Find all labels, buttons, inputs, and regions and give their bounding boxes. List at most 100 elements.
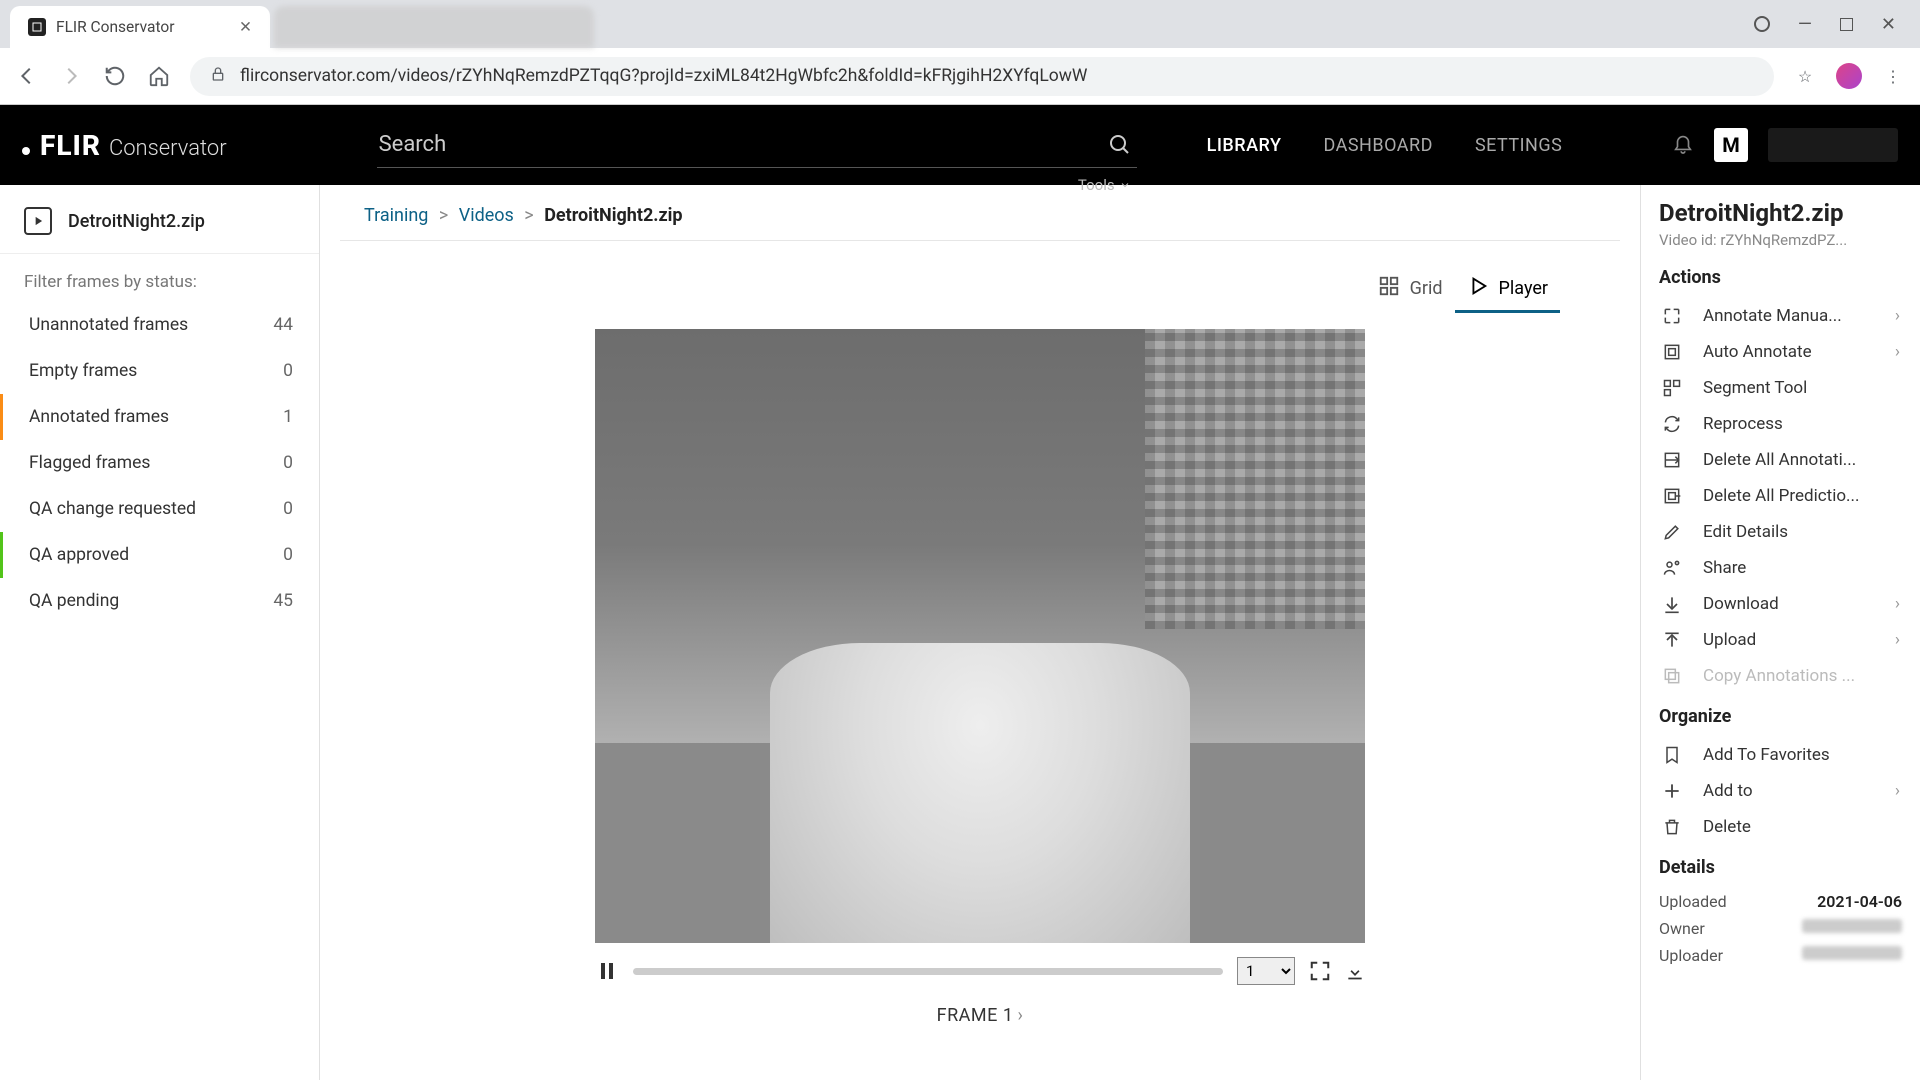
header-right: M: [1672, 128, 1898, 162]
owner-redacted: [1802, 919, 1902, 933]
nav-settings[interactable]: SETTINGS: [1475, 135, 1562, 156]
close-window-icon[interactable]: ✕: [1881, 14, 1896, 35]
nav-library[interactable]: LIBRARY: [1207, 135, 1282, 156]
reprocess-icon: [1661, 414, 1683, 434]
action-delete-annotations[interactable]: Delete All Annotati...: [1659, 442, 1902, 478]
auto-annotate-icon: [1661, 342, 1683, 362]
crumb-sep: >: [518, 205, 539, 226]
account-icon[interactable]: [1754, 16, 1770, 32]
tab-close-icon[interactable]: ✕: [239, 18, 252, 36]
frame-label: FRAME 1 ›: [937, 1005, 1024, 1026]
crumb-sep: >: [433, 205, 454, 226]
action-copy-annotations: Copy Annotations ...: [1659, 658, 1902, 694]
url-bar[interactable]: flirconservator.com/videos/rZYhNqRemzdPZ…: [190, 57, 1774, 96]
app-logo[interactable]: FLIR Conservator: [22, 129, 227, 162]
view-grid-button[interactable]: Grid: [1366, 267, 1455, 313]
nav-links: LIBRARY DASHBOARD SETTINGS: [1207, 135, 1563, 156]
action-upload[interactable]: Upload›: [1659, 622, 1902, 658]
fullscreen-icon[interactable]: [1309, 960, 1331, 982]
action-auto-annotate[interactable]: Auto Annotate›: [1659, 334, 1902, 370]
pause-icon[interactable]: [595, 959, 619, 983]
notification-icon[interactable]: [1672, 132, 1694, 158]
upload-icon: [1661, 630, 1683, 650]
video-area: 1 FRAME 1 ›: [340, 329, 1620, 1026]
search-icon[interactable]: [1107, 132, 1131, 160]
action-download[interactable]: Download›: [1659, 586, 1902, 622]
breadcrumb: Training > Videos > DetroitNight2.zip: [340, 185, 1620, 241]
reload-icon[interactable]: [102, 65, 128, 87]
address-bar-row: flirconservator.com/videos/rZYhNqRemzdPZ…: [0, 48, 1920, 104]
filter-unannotated[interactable]: Unannotated frames44: [0, 302, 319, 348]
organize-heading: Organize: [1659, 706, 1902, 727]
filter-annotated[interactable]: Annotated frames1: [0, 394, 319, 440]
app-header: FLIR Conservator Tools LIBRARY DASHBOARD…: [0, 105, 1920, 185]
chevron-right-icon: ›: [1895, 306, 1900, 326]
forward-icon[interactable]: [58, 65, 84, 87]
bookmark-icon[interactable]: ☆: [1792, 67, 1818, 86]
file-heading: DetroitNight2.zip: [0, 185, 319, 254]
play-file-icon: [24, 207, 52, 235]
search-input[interactable]: [377, 122, 1137, 168]
browser-tab-active[interactable]: FLIR Conservator ✕: [10, 6, 270, 48]
frame-next-icon[interactable]: ›: [1017, 1005, 1023, 1026]
tools-dropdown[interactable]: Tools: [1078, 176, 1131, 194]
plus-icon: [1661, 781, 1683, 801]
filter-qa-approved[interactable]: QA approved0: [0, 532, 319, 578]
organize-delete[interactable]: Delete: [1659, 809, 1902, 845]
delete-annot-icon: [1661, 450, 1683, 470]
browser-menu-icon[interactable]: ⋮: [1880, 67, 1906, 86]
view-toggle: Grid Player: [340, 261, 1620, 329]
tab-favicon: [28, 18, 46, 36]
user-name-redacted: [1768, 128, 1898, 162]
browser-tab-inactive[interactable]: [274, 6, 594, 48]
annotate-manual-icon: [1661, 306, 1683, 326]
player-controls: 1: [595, 943, 1365, 993]
filter-flagged[interactable]: Flagged frames0: [0, 440, 319, 486]
file-name: DetroitNight2.zip: [68, 211, 205, 232]
filter-qa-change[interactable]: QA change requested0: [0, 486, 319, 532]
home-icon[interactable]: [146, 65, 172, 87]
action-edit-details[interactable]: Edit Details: [1659, 514, 1902, 550]
copy-icon: [1661, 666, 1683, 686]
detail-owner: Owner: [1659, 915, 1902, 942]
trash-icon: [1661, 817, 1683, 837]
action-share[interactable]: Share: [1659, 550, 1902, 586]
right-sidebar: DetroitNight2.zip Video id: rZYhNqRemzdP…: [1640, 185, 1920, 1080]
bookmark-icon: [1661, 745, 1683, 765]
crumb-videos[interactable]: Videos: [459, 205, 514, 226]
search-wrap: Tools: [377, 122, 1137, 168]
progress-bar[interactable]: [633, 968, 1223, 975]
back-icon[interactable]: [14, 65, 40, 87]
video-id: Video id: rZYhNqRemzdPZ...: [1659, 231, 1902, 249]
main-layout: DetroitNight2.zip Filter frames by statu…: [0, 185, 1920, 1080]
download-frame-icon[interactable]: [1345, 961, 1365, 981]
filter-qa-pending[interactable]: QA pending45: [0, 578, 319, 624]
profile-avatar[interactable]: [1836, 63, 1862, 89]
minimize-icon[interactable]: —: [1798, 14, 1812, 35]
url-text: flirconservator.com/videos/rZYhNqRemzdPZ…: [240, 66, 1087, 86]
filter-empty[interactable]: Empty frames0: [0, 348, 319, 394]
user-badge[interactable]: M: [1714, 128, 1748, 162]
view-player-button[interactable]: Player: [1455, 267, 1560, 313]
center-content: Training > Videos > DetroitNight2.zip Gr…: [320, 185, 1640, 1080]
action-annotate-manual[interactable]: Annotate Manua...›: [1659, 298, 1902, 334]
chevron-right-icon: ›: [1895, 594, 1900, 614]
download-icon: [1661, 594, 1683, 614]
organize-add-to[interactable]: Add to›: [1659, 773, 1902, 809]
action-reprocess[interactable]: Reprocess: [1659, 406, 1902, 442]
organize-favorites[interactable]: Add To Favorites: [1659, 737, 1902, 773]
action-segment-tool[interactable]: Segment Tool: [1659, 370, 1902, 406]
delete-pred-icon: [1661, 486, 1683, 506]
action-delete-predictions[interactable]: Delete All Predictio...: [1659, 478, 1902, 514]
crumb-training[interactable]: Training: [364, 205, 428, 226]
filter-label: Filter frames by status:: [0, 254, 319, 302]
logo-mark: FLIR: [40, 129, 101, 162]
window-controls: — ✕: [1754, 14, 1910, 35]
detail-uploaded: Uploaded2021-04-06: [1659, 888, 1902, 915]
nav-dashboard[interactable]: DASHBOARD: [1323, 135, 1432, 156]
logo-subtitle: Conservator: [109, 136, 227, 161]
speed-select[interactable]: 1: [1237, 957, 1295, 985]
video-frame[interactable]: [595, 329, 1365, 943]
maximize-icon[interactable]: [1840, 18, 1853, 31]
player-icon: [1467, 275, 1489, 302]
